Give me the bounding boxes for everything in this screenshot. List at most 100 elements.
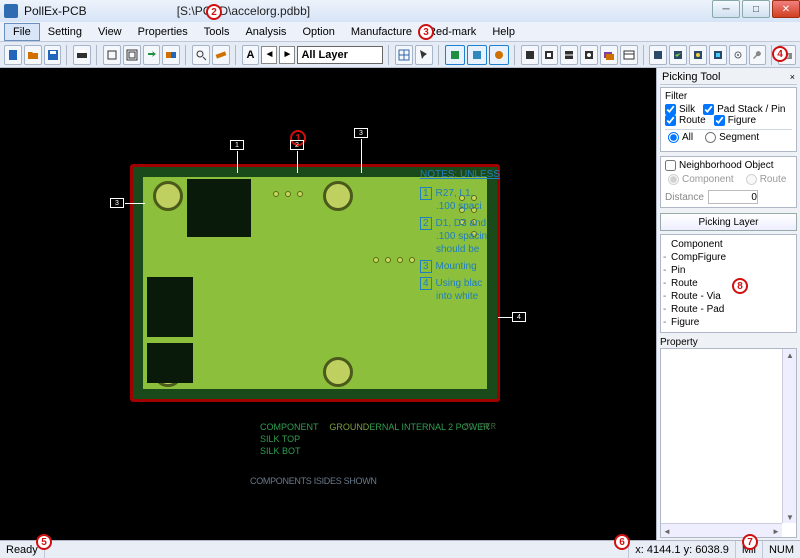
close-button[interactable]: ✕ bbox=[772, 0, 800, 18]
status-bar: Ready x: 4144.1 y: 6038.9 Mil NUM bbox=[0, 540, 800, 558]
app-title: PollEx-PCB bbox=[24, 4, 87, 18]
picking-title: Picking Tool bbox=[662, 71, 721, 83]
window-titlebar: PollEx-PCB [S:\PCAD\accelorg.pdbb] ─ □ ✕ bbox=[0, 0, 800, 22]
tool-dark3-icon[interactable] bbox=[560, 45, 578, 65]
tree-route[interactable]: Route bbox=[665, 277, 792, 290]
tool-navy4-icon[interactable] bbox=[709, 45, 727, 65]
neighborhood-box: Neighborhood Object Component Route Dist… bbox=[660, 156, 797, 208]
layer-selector: ◄ ► bbox=[261, 46, 383, 64]
layer-prev-icon[interactable]: ◄ bbox=[261, 46, 277, 64]
distance-input[interactable] bbox=[708, 190, 758, 204]
property-label: Property bbox=[660, 337, 797, 348]
chk-neighborhood[interactable]: Neighborhood Object bbox=[665, 160, 792, 171]
tool-cursor-icon[interactable] bbox=[415, 45, 433, 65]
callout-1: 1 bbox=[230, 140, 244, 150]
tool-print-icon[interactable] bbox=[73, 45, 91, 65]
tree-root[interactable]: Component bbox=[665, 238, 792, 251]
annotation-5: 5 bbox=[36, 534, 52, 550]
legend-bottom: COMPONENTS ISIDES SHOWN bbox=[250, 476, 377, 486]
callout-4: 4 bbox=[512, 312, 526, 322]
menu-help[interactable]: Help bbox=[484, 24, 523, 40]
tree-figure[interactable]: Figure bbox=[665, 316, 792, 329]
annotation-4: 4 bbox=[772, 46, 788, 62]
menu-analysis[interactable]: Analysis bbox=[237, 24, 294, 40]
radio-route: Route bbox=[746, 174, 787, 185]
tree-route-pad[interactable]: Route - Pad bbox=[665, 303, 792, 316]
tool-navy3-icon[interactable] bbox=[689, 45, 707, 65]
toolbar: A ◄ ► bbox=[0, 42, 800, 68]
layer-legend: COMPONENT GROUNDERNAL INTERNAL 2 POWER S… bbox=[260, 422, 490, 458]
callout-3l: 3 bbox=[110, 198, 124, 208]
tool-save-icon[interactable] bbox=[44, 45, 62, 65]
tool-a-icon[interactable]: A bbox=[242, 45, 260, 65]
tool-transfer-icon[interactable] bbox=[143, 45, 161, 65]
pcb-canvas[interactable]: 1 1 2 3 3 4 NOTES: UNLESS bbox=[0, 68, 656, 540]
menu-file[interactable]: File bbox=[4, 23, 40, 41]
app-icon bbox=[4, 4, 18, 18]
tool-navy2-icon[interactable] bbox=[669, 45, 687, 65]
panel-close-icon[interactable]: × bbox=[790, 72, 795, 82]
tool-inout-icon[interactable] bbox=[162, 45, 180, 65]
tool-open-icon[interactable] bbox=[24, 45, 42, 65]
tool-measure-icon[interactable] bbox=[212, 45, 230, 65]
notes-block: NOTES: UNLESS 1R27, L1, .100 spaci 2D1, … bbox=[420, 168, 500, 303]
tree-pin[interactable]: Pin bbox=[665, 264, 792, 277]
tool-frame-icon[interactable] bbox=[123, 45, 141, 65]
minimize-button[interactable]: ─ bbox=[712, 0, 740, 18]
menu-option[interactable]: Option bbox=[294, 24, 342, 40]
tree-compfigure[interactable]: CompFigure bbox=[665, 251, 792, 264]
radio-all[interactable]: All bbox=[668, 132, 693, 143]
annotation-8: 8 bbox=[732, 278, 748, 294]
tree-route-via[interactable]: Route - Via bbox=[665, 290, 792, 303]
file-path: [S:\PCAD\accelorg.pdbb] bbox=[177, 4, 310, 18]
status-num: NUM bbox=[763, 541, 800, 558]
chk-route[interactable]: Route bbox=[665, 115, 706, 126]
tool-new-icon[interactable] bbox=[4, 45, 22, 65]
chk-figure[interactable]: Figure bbox=[714, 115, 756, 126]
tool-hilite-1-icon[interactable] bbox=[445, 45, 465, 65]
tool-search-icon[interactable] bbox=[192, 45, 210, 65]
filter-box: Filter Silk Pad Stack / Pin Route Figure… bbox=[660, 87, 797, 152]
chk-padstack[interactable]: Pad Stack / Pin bbox=[703, 104, 785, 115]
tool-dark2-icon[interactable] bbox=[541, 45, 559, 65]
picking-layer-button[interactable]: Picking Layer bbox=[660, 213, 797, 231]
legend-right: SC PER bbox=[464, 422, 496, 432]
tool-hilite-3-icon[interactable] bbox=[489, 45, 509, 65]
menu-properties[interactable]: Properties bbox=[130, 24, 196, 40]
radio-component: Component bbox=[668, 174, 734, 185]
radio-segment[interactable]: Segment bbox=[705, 132, 759, 143]
menu-manufacture[interactable]: Manufacture bbox=[343, 24, 420, 40]
annotation-2: 2 bbox=[206, 4, 222, 20]
tool-box-icon[interactable] bbox=[103, 45, 121, 65]
property-box: ▲▼ ◄► bbox=[660, 348, 797, 538]
menu-view[interactable]: View bbox=[90, 24, 130, 40]
tool-gear-icon[interactable] bbox=[729, 45, 747, 65]
vscroll[interactable]: ▲▼ bbox=[782, 349, 796, 523]
tool-dark1-icon[interactable] bbox=[521, 45, 539, 65]
tool-grid-icon[interactable] bbox=[395, 45, 413, 65]
distance-label: Distance bbox=[665, 192, 704, 203]
menu-setting[interactable]: Setting bbox=[40, 24, 90, 40]
maximize-button[interactable]: □ bbox=[742, 0, 770, 18]
tool-dark4-icon[interactable] bbox=[580, 45, 598, 65]
menu-tools[interactable]: Tools bbox=[196, 24, 238, 40]
tool-table-icon[interactable] bbox=[620, 45, 638, 65]
tool-wrench-icon[interactable] bbox=[749, 45, 767, 65]
layer-input[interactable] bbox=[297, 46, 383, 64]
chk-silk[interactable]: Silk bbox=[665, 104, 695, 115]
annotation-6: 6 bbox=[614, 534, 630, 550]
tool-navy1-icon[interactable] bbox=[649, 45, 667, 65]
annotation-3: 3 bbox=[418, 24, 434, 40]
callout-3t: 3 bbox=[354, 128, 368, 138]
tool-hilite-2-icon[interactable] bbox=[467, 45, 487, 65]
filter-label: Filter bbox=[665, 91, 792, 102]
tool-layers-icon[interactable] bbox=[600, 45, 618, 65]
annotation-7: 7 bbox=[742, 534, 758, 550]
picking-tool-panel: Picking Tool × Filter Silk Pad Stack / P… bbox=[656, 68, 800, 540]
hscroll[interactable]: ◄► bbox=[661, 523, 782, 537]
component-tree[interactable]: Component CompFigure Pin Route Route - V… bbox=[660, 234, 797, 333]
layer-next-icon[interactable]: ► bbox=[279, 46, 295, 64]
callout-2: 2 bbox=[290, 140, 304, 150]
status-coords: x: 4144.1 y: 6038.9 bbox=[629, 541, 736, 558]
menu-bar: File Setting View Properties Tools Analy… bbox=[0, 22, 800, 42]
